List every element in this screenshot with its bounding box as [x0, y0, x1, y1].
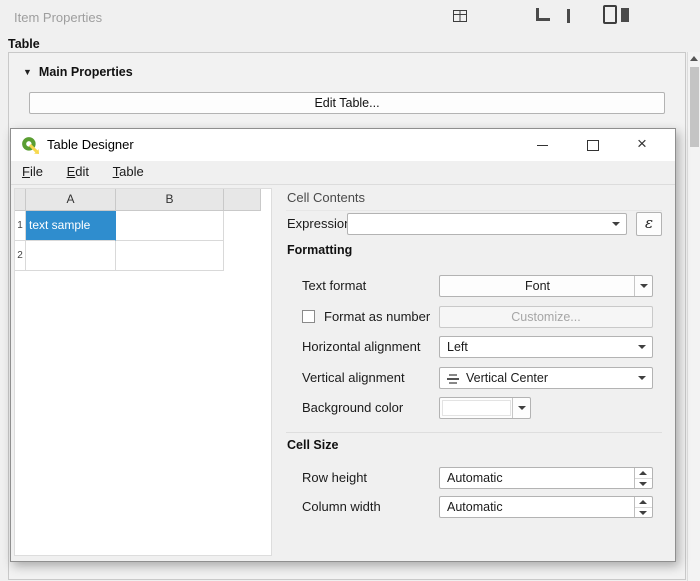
cropped-toolbar-icon[interactable] — [603, 5, 617, 24]
cell-contents-panel: Cell Contents Expression ε Formatting Te… — [284, 186, 668, 563]
column-header-a[interactable]: A — [26, 189, 116, 211]
color-swatch — [442, 400, 511, 416]
separator — [286, 210, 662, 211]
spin-down-icon[interactable] — [635, 508, 652, 518]
spin-up-icon[interactable] — [635, 497, 652, 508]
cropped-toolbar-icon[interactable] — [452, 8, 468, 24]
table-row: 1 text sample — [15, 211, 271, 241]
table-header-row: A B — [15, 189, 271, 211]
row-height-value: Automatic — [447, 468, 503, 488]
column-width-input[interactable]: Automatic — [439, 496, 653, 518]
edit-table-button[interactable]: Edit Table... — [29, 92, 665, 114]
panel-scrollbar[interactable] — [687, 52, 700, 581]
window-controls: × — [517, 129, 667, 161]
vertical-alignment-select[interactable]: Vertical Center — [439, 367, 653, 389]
dropdown-arrow-icon — [518, 406, 526, 410]
panel-section-label: Table — [8, 37, 40, 51]
qgis-layout-window: Item Properties Table ▼ Main Properties E… — [0, 0, 700, 581]
cropped-toolbar-icon[interactable] — [536, 8, 550, 21]
row-height-row: Row height Automatic — [284, 467, 668, 489]
menu-table[interactable]: Table — [104, 161, 153, 185]
cell-a1[interactable]: text sample — [26, 211, 116, 241]
table-designer-dialog: Table Designer × File Edit Table — [10, 128, 676, 562]
dialog-title: Table Designer — [47, 129, 134, 161]
table-corner-header[interactable] — [15, 189, 26, 211]
menu-edit[interactable]: Edit — [58, 161, 98, 185]
spinner[interactable] — [634, 468, 652, 488]
close-icon: × — [617, 129, 667, 159]
vertical-alignment-row: Vertical alignment Vertical Center — [284, 367, 668, 389]
epsilon-icon: ε — [645, 214, 653, 232]
row-header-2[interactable]: 2 — [15, 241, 26, 271]
dropdown-arrow-icon — [640, 284, 648, 288]
format-as-number-row: Format as number Customize... — [284, 306, 668, 328]
table-editor: A B 1 text sample 2 — [14, 188, 272, 556]
formatting-title: Formatting — [287, 243, 352, 257]
row-header-1[interactable]: 1 — [15, 211, 26, 241]
qgis-logo-icon — [21, 136, 39, 154]
format-as-number-label: Format as number — [324, 306, 430, 328]
text-format-row: Text format Font — [284, 275, 668, 297]
separator — [286, 432, 662, 433]
vertical-center-icon — [446, 373, 460, 385]
vertical-alignment-label: Vertical alignment — [302, 367, 405, 389]
vertical-alignment-value: Vertical Center — [466, 368, 548, 388]
column-width-label: Column width — [302, 496, 381, 518]
spin-down-icon[interactable] — [635, 479, 652, 489]
column-width-row: Column width Automatic — [284, 496, 668, 518]
background-color-button[interactable] — [439, 397, 531, 419]
spinner[interactable] — [634, 497, 652, 517]
background-color-label: Background color — [302, 397, 403, 419]
collapse-icon: ▼ — [23, 67, 32, 77]
dialog-content: A B 1 text sample 2 Cell Contents — [12, 186, 674, 560]
horizontal-alignment-row: Horizontal alignment Left — [284, 336, 668, 358]
minimize-button[interactable] — [517, 129, 567, 161]
row-height-label: Row height — [302, 467, 367, 489]
text-format-value: Font — [440, 276, 635, 296]
expression-label: Expression — [287, 213, 351, 235]
column-header-b[interactable]: B — [116, 189, 224, 211]
main-properties-title: Main Properties — [39, 65, 133, 79]
background-color-row: Background color — [284, 397, 668, 419]
horizontal-alignment-value: Left — [447, 337, 468, 357]
scrollbar-thumb[interactable] — [690, 67, 699, 147]
dialog-titlebar[interactable]: Table Designer × — [11, 129, 675, 162]
customize-button[interactable]: Customize... — [439, 306, 653, 328]
close-button[interactable]: × — [617, 129, 667, 161]
dropdown-arrow-icon — [638, 345, 646, 349]
table-row: 2 — [15, 241, 271, 271]
cell-b2[interactable] — [116, 241, 224, 271]
expression-builder-button[interactable]: ε — [636, 212, 662, 236]
spin-up-icon[interactable] — [635, 468, 652, 479]
text-format-button[interactable]: Font — [439, 275, 653, 297]
cell-b1[interactable] — [116, 211, 224, 241]
dropdown-arrow-icon — [612, 222, 620, 226]
background-color-dropdown[interactable] — [512, 398, 530, 418]
dialog-menubar: File Edit Table — [11, 161, 675, 185]
dropdown-arrow-icon — [638, 376, 646, 380]
column-width-value: Automatic — [447, 497, 503, 517]
horizontal-alignment-select[interactable]: Left — [439, 336, 653, 358]
panel-title: Item Properties — [14, 10, 102, 25]
text-format-label: Text format — [302, 275, 366, 297]
cropped-toolbar-icon[interactable] — [567, 9, 570, 23]
cropped-toolbar-icon[interactable] — [621, 8, 629, 22]
column-header-filler — [224, 189, 261, 211]
cell-size-title: Cell Size — [287, 438, 338, 452]
minimize-icon — [537, 145, 548, 146]
row-height-input[interactable]: Automatic — [439, 467, 653, 489]
scroll-up-icon[interactable] — [690, 56, 698, 61]
maximize-icon — [587, 140, 599, 151]
menu-file[interactable]: File — [13, 161, 52, 185]
horizontal-alignment-label: Horizontal alignment — [302, 336, 421, 358]
maximize-button[interactable] — [567, 129, 617, 161]
format-as-number-checkbox[interactable] — [302, 310, 315, 323]
cell-contents-title: Cell Contents — [287, 190, 365, 205]
cell-a2[interactable] — [26, 241, 116, 271]
text-format-dropdown[interactable] — [634, 276, 652, 296]
main-properties-header[interactable]: ▼ Main Properties — [23, 64, 133, 79]
expression-input[interactable] — [347, 213, 627, 235]
